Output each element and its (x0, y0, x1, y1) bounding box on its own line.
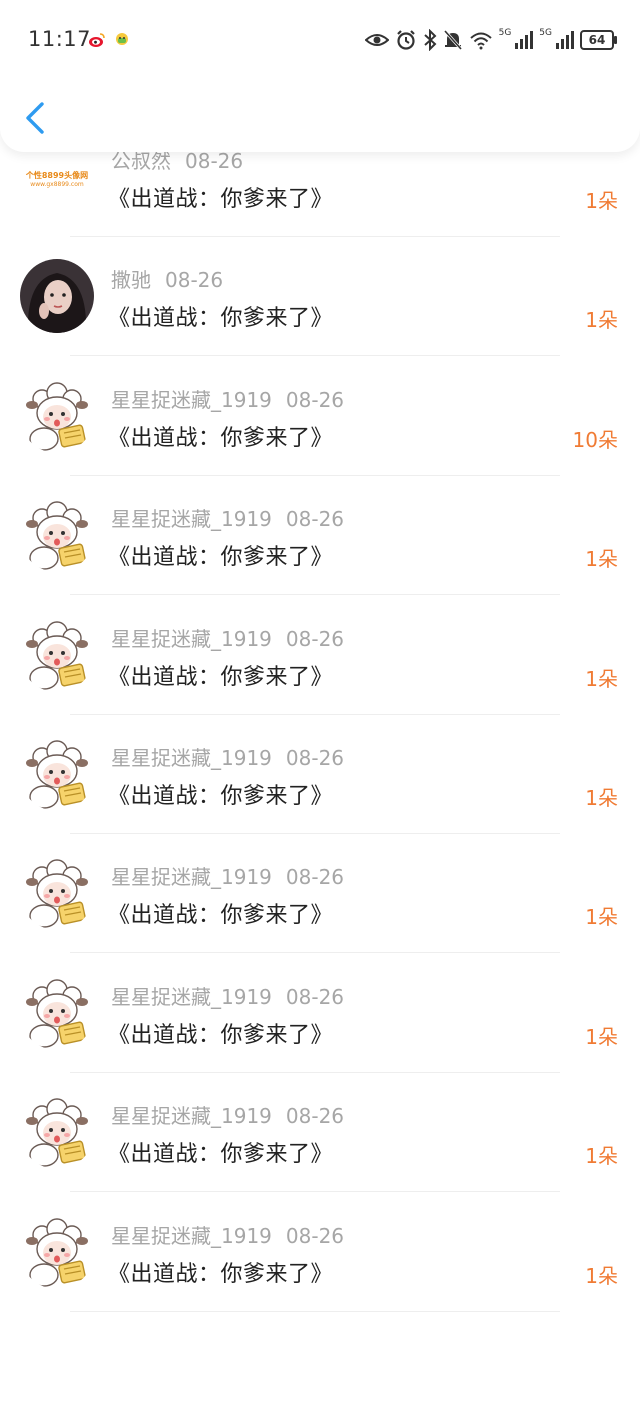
user-meta: 星星捉迷藏_1919 08-26 (111, 623, 344, 652)
chat-app-icon (113, 31, 131, 49)
gift-date: 08-26 (285, 984, 345, 1009)
book-title[interactable]: 《出道战：你爹来了》 (108, 778, 333, 810)
wifi-icon (469, 30, 493, 50)
user-meta: 星星捉迷藏_1919 08-26 (111, 503, 344, 532)
flower-count: 1朵 (585, 547, 618, 572)
username[interactable]: 撒驰 (111, 268, 151, 292)
signal-label-2: 5G (539, 28, 552, 38)
gift-date: 08-26 (285, 865, 345, 890)
username[interactable]: 星星捉迷藏_1919 (111, 1104, 272, 1128)
gift-date: 08-26 (185, 149, 244, 173)
user-meta: 星星捉迷藏_1919 08-26 (111, 742, 344, 771)
user-avatar[interactable] (20, 975, 94, 1050)
user-avatar[interactable] (20, 1095, 94, 1170)
user-meta: 星星捉迷藏_1919 08-26 (111, 981, 344, 1010)
gift-row[interactable]: 星星捉迷藏_1919 08-26 《出道战：你爹来了》 1朵 (0, 476, 640, 596)
flower-count: 1朵 (585, 1144, 618, 1169)
username[interactable]: 星星捉迷藏_1919 (111, 865, 272, 889)
book-title[interactable]: 《出道战：你爹来了》 (108, 300, 333, 332)
user-avatar[interactable] (20, 737, 94, 811)
user-avatar[interactable] (20, 617, 94, 692)
book-title[interactable]: 《出道战：你爹来了》 (108, 420, 333, 452)
user-avatar[interactable] (20, 1214, 94, 1289)
book-title[interactable]: 《出道战：你爹来了》 (108, 659, 333, 691)
weibo-icon (88, 31, 106, 49)
gift-date: 08-26 (285, 746, 345, 770)
user-avatar[interactable] (20, 498, 94, 573)
flower-count: 1朵 (585, 786, 618, 810)
user-avatar[interactable] (20, 259, 94, 334)
user-meta: 星星捉迷藏_1919 08-26 (111, 384, 344, 413)
username[interactable]: 星星捉迷藏_1919 (111, 627, 272, 651)
alarm-icon (395, 29, 417, 51)
user-avatar[interactable] (20, 378, 94, 453)
gift-date: 08-26 (285, 626, 345, 651)
bluetooth-icon (423, 29, 437, 51)
user-meta: 星星捉迷藏_1919 08-26 (111, 861, 344, 890)
avatar-logo-text: 个性8899头像网 (25, 171, 89, 180)
book-title[interactable]: 《出道战：你爹来了》 (108, 539, 333, 571)
gift-row[interactable]: 星星捉迷藏_1919 08-26 《出道战：你爹来了》 1朵 (0, 715, 640, 834)
flower-count: 1朵 (585, 1024, 618, 1049)
chevron-left-icon (16, 102, 56, 144)
avatar-logo-url: www.gx8899.com (30, 181, 84, 188)
gift-row[interactable]: 星星捉迷藏_1919 08-26 《出道战：你爹来了》 10朵 (0, 357, 640, 476)
flower-count: 1朵 (585, 905, 618, 930)
username[interactable]: 星星捉迷藏_1919 (111, 746, 272, 770)
back-button[interactable] (16, 96, 56, 140)
status-bar: 11:17 5G 5G 64 (0, 0, 640, 80)
flower-count: 1朵 (585, 666, 618, 691)
eye-icon (364, 31, 389, 49)
user-meta: 星星捉迷藏_1919 08-26 (111, 1100, 344, 1129)
book-title[interactable]: 《出道战：你爹来了》 (108, 1017, 333, 1049)
book-title[interactable]: 《出道战：你爹来了》 (108, 181, 333, 213)
flower-count: 10朵 (572, 427, 618, 452)
book-title[interactable]: 《出道战：你爹来了》 (108, 897, 333, 929)
book-title[interactable]: 《出道战：你爹来了》 (108, 1136, 333, 1168)
gift-date: 08-26 (285, 1223, 345, 1248)
flower-count: 1朵 (585, 308, 618, 333)
username[interactable]: 公叔然 (111, 149, 171, 173)
gift-row[interactable]: 星星捉迷藏_1919 08-26 《出道战：你爹来了》 1朵 (0, 954, 640, 1073)
username[interactable]: 星星捉迷藏_1919 (111, 985, 272, 1009)
gift-date: 08-26 (285, 387, 345, 412)
battery-icon: 64 (580, 30, 617, 50)
header: 11:17 5G 5G 64 (0, 0, 640, 152)
gift-row[interactable]: 星星捉迷藏_1919 08-26 《出道战：你爹来了》 1朵 (0, 834, 640, 954)
user-avatar[interactable] (20, 856, 94, 931)
signal-icon (515, 31, 534, 49)
flower-count: 1朵 (585, 1263, 618, 1288)
signal-icon (556, 31, 574, 49)
gift-date: 08-26 (165, 268, 224, 293)
gift-row[interactable]: 星星捉迷藏_1919 08-26 《出道战：你爹来了》 1朵 (0, 596, 640, 715)
status-icons: 5G 5G 64 (364, 28, 617, 52)
gift-row[interactable]: 星星捉迷藏_1919 08-26 《出道战：你爹来了》 1朵 (0, 1073, 640, 1193)
gift-row[interactable]: 星星捉迷藏_1919 08-26 《出道战：你爹来了》 1朵 (0, 1193, 640, 1312)
username[interactable]: 星星捉迷藏_1919 (111, 507, 272, 531)
flower-count: 1朵 (585, 189, 618, 213)
user-meta: 撒驰 08-26 (111, 264, 223, 293)
username[interactable]: 星星捉迷藏_1919 (111, 388, 272, 412)
status-time: 11:17 (28, 27, 92, 51)
row-divider (70, 1310, 560, 1312)
gift-date: 08-26 (285, 1104, 345, 1129)
gift-row[interactable]: 撒驰 08-26 《出道战：你爹来了》 1朵 (0, 237, 640, 357)
battery-level: 64 (588, 33, 606, 47)
gift-date: 08-26 (285, 507, 345, 532)
username[interactable]: 星星捉迷藏_1919 (111, 1224, 272, 1248)
mute-bell-icon (443, 29, 463, 51)
book-title[interactable]: 《出道战：你爹来了》 (108, 1256, 333, 1288)
user-meta: 星星捉迷藏_1919 08-26 (111, 1220, 344, 1249)
signal-label-1: 5G (498, 28, 512, 38)
